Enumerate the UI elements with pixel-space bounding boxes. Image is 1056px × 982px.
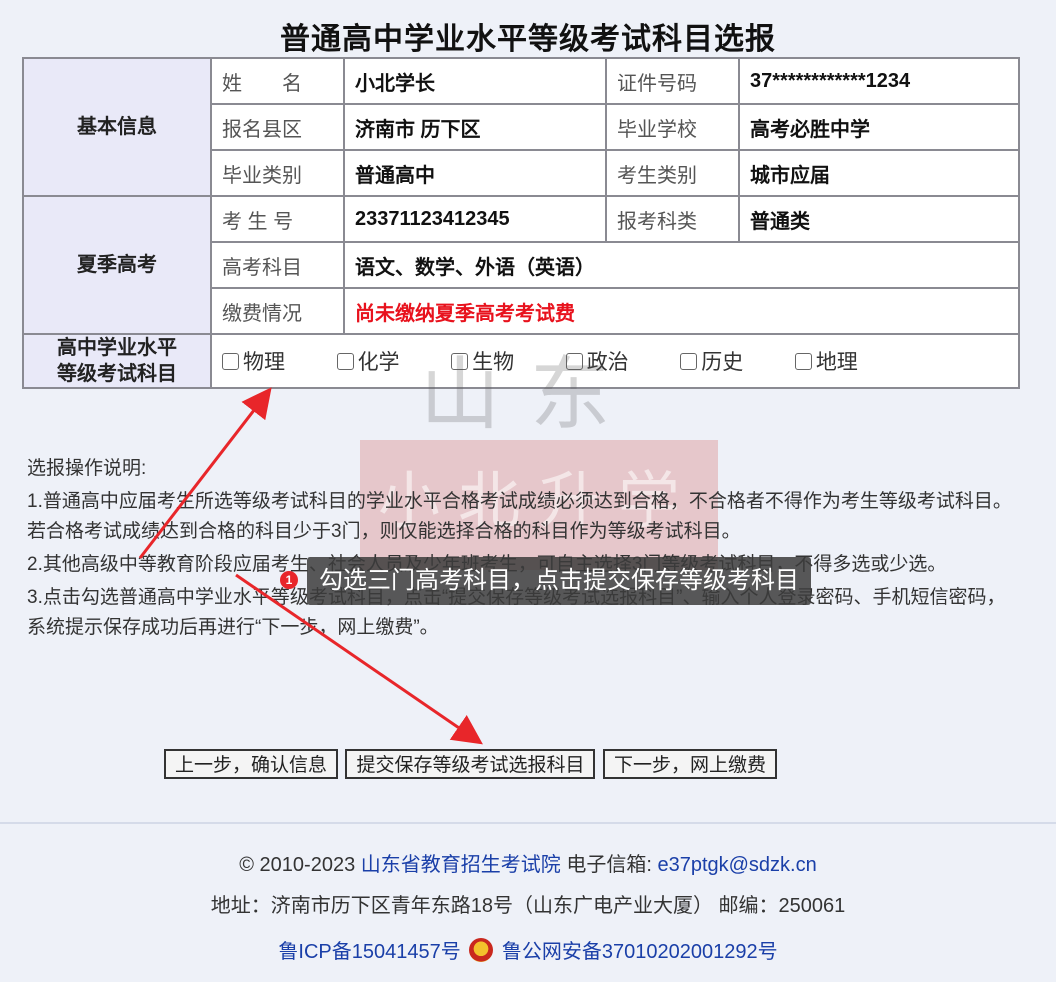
school-label: 毕业学校 [605, 103, 740, 151]
footer-address: 地址：济南市历下区青年东路18号（山东广电产业大厦） 邮编：250061 [210, 895, 846, 917]
category-label: 报考科类 [605, 195, 740, 243]
footer-divider [0, 822, 1056, 824]
instructions: 选报操作说明: 1.普通高中应届考生所选等级考试科目的学业水平合格考试成绩必须达… [27, 454, 1022, 646]
section-level-exam-line2: 等级考试科目 [57, 363, 177, 385]
id-value: 37************1234 [738, 57, 1020, 105]
exam-subjects-label: 高考科目 [210, 241, 345, 289]
grad-type-label: 毕业类别 [210, 149, 345, 197]
org-link[interactable]: 山东省教育招生考试院 [361, 854, 561, 876]
county-label: 报名县区 [210, 103, 345, 151]
subject-option-history[interactable]: 历史 [680, 346, 743, 376]
prev-step-button[interactable]: 上一步，确认信息 [164, 749, 339, 779]
email-link[interactable]: e37ptgk@sdzk.cn [657, 854, 816, 876]
id-label: 证件号码 [605, 57, 740, 105]
checkbox-chemistry[interactable] [336, 353, 354, 370]
exam-subjects-value: 语文、数学、外语（英语） [343, 241, 1020, 289]
section-level-exam-line1: 高中学业水平 [57, 337, 177, 359]
watermark-text: 山东 [420, 350, 640, 439]
checkbox-history[interactable] [680, 353, 698, 370]
category-value: 普通类 [738, 195, 1020, 243]
section-summer-exam: 夏季高考 [22, 195, 212, 335]
county-value: 济南市 历下区 [343, 103, 607, 151]
subject-label: 物理 [243, 351, 285, 374]
subject-option-chemistry[interactable]: 化学 [336, 346, 400, 376]
checkbox-geography[interactable] [794, 353, 812, 370]
police-emblem-icon [469, 938, 494, 962]
action-buttons: 上一步，确认信息 提交保存等级考试选报科目 下一步，网上缴费 [164, 749, 780, 779]
subject-option-physics[interactable]: 物理 [222, 346, 285, 376]
email-label: 电子信箱: [566, 854, 652, 876]
fee-label: 缴费情况 [210, 287, 345, 335]
fee-status: 尚未缴纳夏季高考考试费 [343, 287, 1020, 335]
page-title: 普通高中学业水平等级考试科目选报 [280, 23, 776, 56]
exam-type-label: 考生类别 [605, 149, 740, 197]
section-basic-info: 基本信息 [22, 57, 212, 197]
subject-label: 地理 [815, 351, 858, 374]
copyright-text: © 2010-2023 [239, 854, 356, 876]
annotation-number-badge: 1 [280, 571, 298, 589]
table-row: 夏季高考 考 生 号 23371123412345 报考科类 普通类 [22, 195, 1020, 335]
name-label: 姓 名 [210, 57, 345, 105]
subject-option-geography[interactable]: 地理 [794, 346, 858, 376]
school-value: 高考必胜中学 [738, 103, 1020, 151]
instructions-heading: 选报操作说明: [27, 458, 147, 479]
instruction-item: 1.普通高中应届考生所选等级考试科目的学业水平合格考试成绩必须达到合格，不合格者… [27, 491, 1012, 542]
exam-no-label: 考 生 号 [210, 195, 345, 243]
annotation-tooltip: 勾选三门高考科目，点击提交保存等级考科目 [307, 557, 811, 605]
section-level-exam: 高中学业水平 等级考试科目 [22, 333, 212, 389]
checkbox-physics[interactable] [222, 353, 239, 370]
submit-save-button[interactable]: 提交保存等级考试选报科目 [345, 749, 596, 779]
icp-link[interactable]: 鲁ICP备15041457号 [278, 941, 460, 963]
police-record-link[interactable]: 鲁公网安备37010202001292号 [502, 941, 778, 963]
footer-copyright: © 2010-2023 山东省教育招生考试院 电子信箱: e37ptgk@sdz… [0, 848, 1056, 877]
next-step-button[interactable]: 下一步，网上缴费 [602, 749, 777, 779]
subject-label: 历史 [701, 351, 744, 374]
exam-type-value: 城市应届 [738, 149, 1020, 197]
grad-type-value: 普通高中 [343, 149, 607, 197]
name-value: 小北学长 [343, 57, 607, 105]
table-row: 基本信息 姓 名 小北学长 证件号码 37************1234 [22, 57, 1020, 197]
subject-label: 化学 [357, 351, 400, 374]
footer-registrations: 鲁ICP备15041457号 鲁公网安备37010202001292号 [0, 935, 1056, 964]
exam-no-value: 23371123412345 [343, 195, 607, 243]
